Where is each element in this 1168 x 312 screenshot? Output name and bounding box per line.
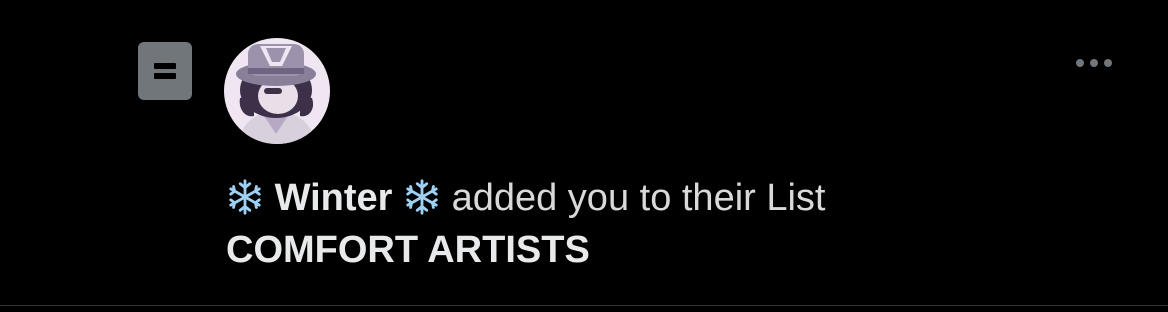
avatar[interactable] <box>224 38 330 144</box>
list-icon <box>138 42 192 100</box>
notification-text: Winter added you to their List COMFORT A… <box>226 172 1126 276</box>
list-name[interactable]: COMFORT ARTISTS <box>226 224 1126 276</box>
notification-item[interactable]: Winter added you to their List COMFORT A… <box>0 0 1168 306</box>
notification-line: Winter added you to their List <box>226 172 1126 224</box>
divider <box>0 305 1168 306</box>
user-name[interactable]: Winter <box>275 177 393 219</box>
list-icon-bar <box>154 63 176 69</box>
more-menu-button[interactable] <box>1062 50 1126 76</box>
more-dot <box>1104 59 1112 67</box>
snowflake-icon <box>229 179 261 215</box>
avatar-image <box>224 38 330 144</box>
list-icon-bar <box>154 73 176 79</box>
more-dot <box>1090 59 1098 67</box>
snowflake-icon <box>406 179 438 215</box>
action-text: added you to their List <box>451 177 826 219</box>
more-dot <box>1076 59 1084 67</box>
